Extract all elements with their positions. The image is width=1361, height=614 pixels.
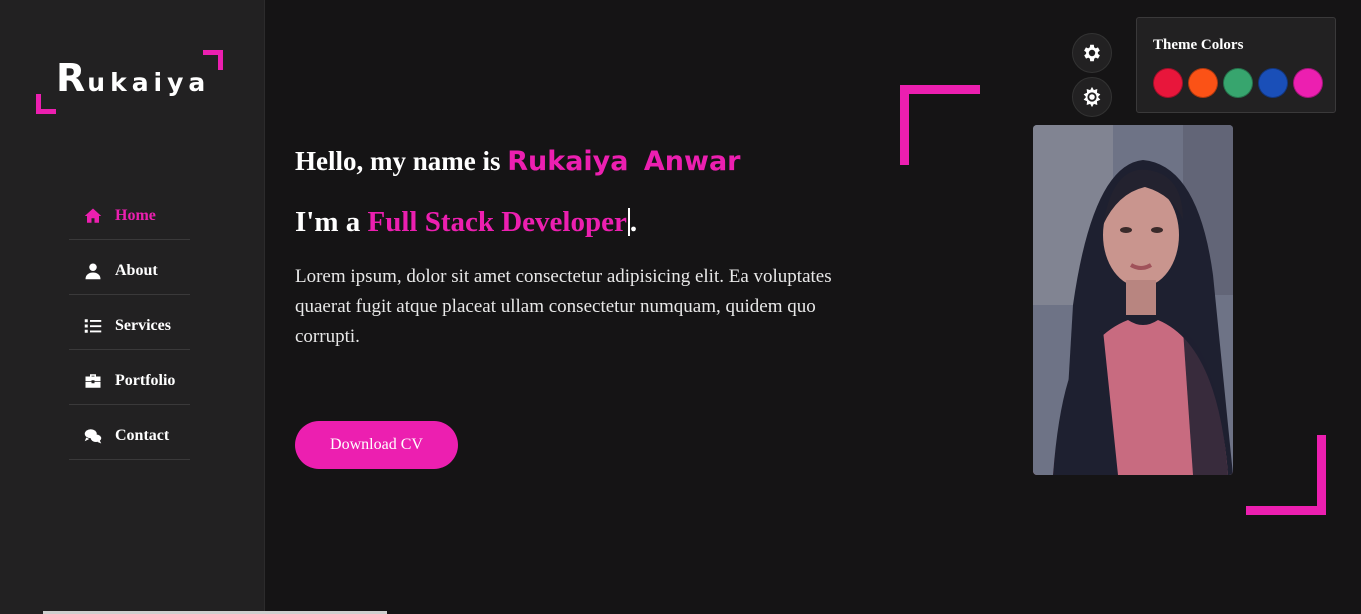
comments-icon (83, 427, 103, 445)
hero-name: Rukaiya Anwar (507, 146, 741, 177)
greeting-text: Hello, my name is (295, 146, 508, 176)
nav-item-about[interactable]: About (69, 240, 190, 295)
photo-frame-top-left (900, 85, 980, 165)
nav-item-services[interactable]: Services (69, 295, 190, 350)
logo-corner-bottom-left (36, 94, 56, 114)
hero-role: I'm a Full Stack Developer. (295, 206, 637, 239)
photo-frame-bottom-right (1246, 435, 1326, 515)
hero-profession: Full Stack Developer (367, 206, 627, 238)
theme-swatches (1153, 68, 1323, 98)
color-swatch-blue[interactable] (1258, 68, 1288, 98)
list-icon (83, 317, 103, 335)
theme-colors-title: Theme Colors (1153, 37, 1244, 53)
profile-photo-illustration (1033, 125, 1233, 475)
role-prefix: I'm a (295, 206, 368, 238)
day-night-toggle[interactable] (1072, 77, 1112, 117)
color-swatch-red[interactable] (1153, 68, 1183, 98)
nav-label: About (115, 262, 158, 279)
logo[interactable]: Rukaiya (36, 50, 223, 114)
style-switcher-toggle[interactable] (1072, 33, 1112, 73)
sidebar-nav: Home About Services Portfolio Contact (69, 185, 190, 460)
color-swatch-orange[interactable] (1188, 68, 1218, 98)
gear-icon (1081, 42, 1103, 64)
hero-description: Lorem ipsum, dolor sit amet consectetur … (295, 266, 832, 347)
nav-label: Contact (115, 427, 170, 444)
nav-item-contact[interactable]: Contact (69, 405, 190, 460)
briefcase-icon (83, 372, 103, 390)
role-suffix: . (629, 206, 638, 238)
nav-item-home[interactable]: Home (69, 185, 190, 240)
logo-text: Rukaiya (56, 56, 211, 100)
nav-label: Services (115, 317, 171, 334)
color-swatch-green[interactable] (1223, 68, 1253, 98)
hero-greeting: Hello, my name is Rukaiya Anwar (295, 146, 741, 177)
nav-item-portfolio[interactable]: Portfolio (69, 350, 190, 405)
user-icon (83, 262, 103, 280)
home-icon (83, 207, 103, 225)
download-cv-button[interactable]: Download CV (295, 421, 458, 469)
sun-icon (1081, 86, 1103, 108)
color-swatch-pink[interactable] (1293, 68, 1323, 98)
sidebar: Rukaiya Home About Services Portfolio Co… (0, 0, 265, 614)
theme-colors-panel: Theme Colors (1136, 17, 1336, 113)
nav-label: Home (115, 207, 156, 224)
nav-label: Portfolio (115, 372, 176, 389)
profile-photo (1033, 125, 1233, 475)
